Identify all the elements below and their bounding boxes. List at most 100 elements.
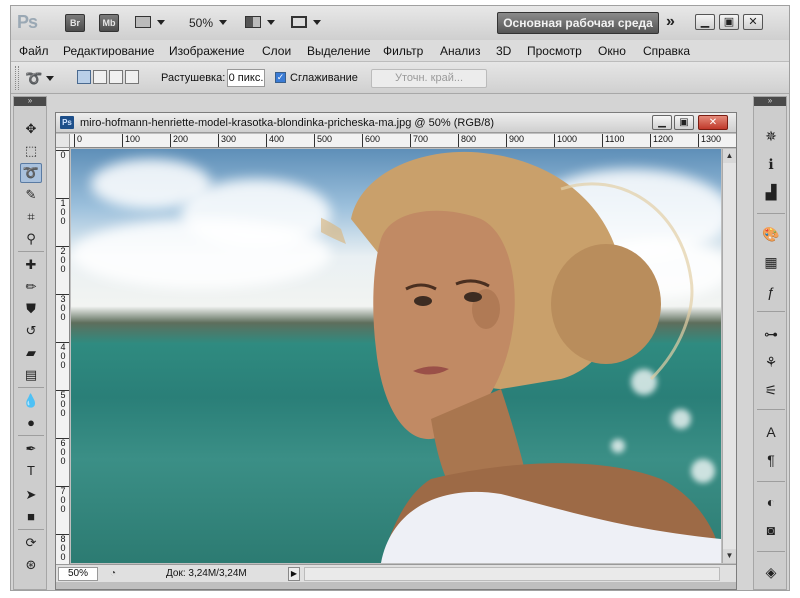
status-menu-arrow-icon[interactable]: ▶	[288, 567, 300, 581]
menu-help[interactable]: Справка	[643, 44, 690, 58]
ruler-tick-label: 1000	[554, 134, 577, 147]
crop-icon[interactable]: ⌗	[20, 207, 42, 227]
menu-3d[interactable]: 3D	[496, 44, 511, 58]
clone-stamp-icon[interactable]: ⛊	[20, 299, 42, 319]
application-bar: Ps Br Mb 50% Основная рабочая среда » ▁ …	[11, 6, 789, 40]
brush-icon[interactable]: ✏	[20, 277, 42, 297]
scroll-up-icon[interactable]: ▲	[723, 149, 736, 163]
histogram-icon[interactable]: ▟	[760, 181, 782, 203]
gradient-icon[interactable]: ▤	[20, 365, 42, 385]
ruler-tick-label: 400	[266, 134, 284, 147]
menu-analysis[interactable]: Анализ	[440, 44, 481, 58]
horizontal-scrollbar[interactable]	[304, 567, 720, 581]
restore-icon[interactable]: ▣	[719, 14, 739, 30]
vertical-scrollbar[interactable]: ▲ ▼	[722, 149, 736, 563]
menu-edit[interactable]: Редактирование	[63, 44, 154, 58]
image-canvas[interactable]	[71, 149, 721, 563]
options-bar-grip[interactable]	[15, 66, 19, 90]
path-select-icon[interactable]: ➤	[20, 485, 42, 505]
new-selection-mode[interactable]	[77, 70, 91, 84]
menu-file[interactable]: Файл	[19, 44, 49, 58]
ruler-tick-label: 1100	[602, 134, 624, 147]
document-tab[interactable]: Ps miro-hofmann-henriette-model-krasotka…	[56, 113, 736, 133]
styles-fx-icon[interactable]: ƒ	[760, 281, 782, 303]
tool-preset-picker[interactable]: ➰	[25, 69, 61, 87]
shape-icon[interactable]: ■	[20, 507, 42, 527]
dodge-icon[interactable]: ●	[20, 413, 42, 433]
document-window: Ps miro-hofmann-henriette-model-krasotka…	[55, 112, 737, 590]
history-brush-icon[interactable]: ↺	[20, 321, 42, 341]
antialias-checkbox[interactable]: ✓	[275, 72, 286, 83]
refine-edge-button[interactable]: Уточн. край...	[371, 69, 487, 88]
chevron-down-icon	[46, 76, 55, 81]
collapse-dock-icon[interactable]: »	[754, 97, 786, 106]
scroll-down-icon[interactable]: ▼	[723, 549, 736, 563]
document-close-icon[interactable]: ✕	[698, 115, 728, 130]
status-bar: 50% ◔ Док: 3,24M/3,24M ▶	[56, 564, 736, 582]
feather-input[interactable]: 0 пикс.	[227, 69, 265, 87]
more-workspaces-icon[interactable]: »	[666, 13, 675, 31]
ruler-tick-label: 200	[170, 134, 188, 147]
vertical-ruler[interactable]: 0 100 200 300 400 500 600 700 800	[56, 148, 70, 564]
clone-source-icon[interactable]: ⚟	[760, 379, 782, 401]
chevron-down-icon	[313, 20, 321, 25]
adjustments-icon[interactable]: ⊶	[760, 323, 782, 345]
arrange-documents-dropdown[interactable]	[245, 14, 275, 32]
type-icon[interactable]: T	[20, 461, 42, 481]
menu-layers[interactable]: Слои	[262, 44, 291, 58]
status-zoom-input[interactable]: 50%	[58, 567, 98, 581]
channels-icon[interactable]: ◙	[760, 519, 782, 541]
move-icon[interactable]: ✥	[20, 119, 42, 139]
character-icon[interactable]: A	[760, 421, 782, 443]
masks-icon[interactable]: ◐	[760, 491, 782, 513]
color-palette-icon[interactable]: 🎨	[760, 223, 782, 245]
swatches-icon[interactable]: ▦	[760, 251, 782, 273]
navigator-icon[interactable]: ✵	[760, 125, 782, 147]
workspace-switcher-button[interactable]: Основная рабочая среда	[497, 12, 659, 34]
pen-icon[interactable]: ✒	[20, 439, 42, 459]
close-icon[interactable]: ✕	[743, 14, 763, 30]
add-selection-mode[interactable]	[93, 70, 107, 84]
arrange-icon	[245, 16, 261, 28]
paragraph-icon[interactable]: ¶	[760, 449, 782, 471]
zoom-level-dropdown[interactable]: 50%	[189, 14, 228, 32]
ruler-tick-label: 1300	[698, 134, 721, 147]
status-info-icon[interactable]: ◔	[106, 567, 120, 581]
ruler-tick-label: 800	[56, 534, 69, 562]
intersect-selection-mode[interactable]	[125, 70, 139, 84]
collapse-panel-icon[interactable]: »	[14, 97, 46, 106]
3d-orbit-icon[interactable]: ⊛	[20, 555, 42, 575]
document-minimize-icon[interactable]: ▁	[652, 115, 672, 130]
healing-brush-icon[interactable]: ✚	[20, 255, 42, 275]
minimize-icon[interactable]: ▁	[695, 14, 715, 30]
panel-separator	[757, 213, 785, 214]
horizontal-ruler[interactable]: 0 100 200 300 400 500 600 700 800 900 1000 1100 1200…	[70, 134, 736, 148]
menu-select[interactable]: Выделение	[307, 44, 371, 58]
menu-window[interactable]: Окно	[598, 44, 626, 58]
blur-icon[interactable]: 💧	[20, 391, 42, 411]
eyedropper-icon[interactable]: ⚲	[20, 229, 42, 249]
menu-image[interactable]: Изображение	[169, 44, 245, 58]
marquee-icon[interactable]: ⬚	[20, 141, 42, 161]
document-size-readout: Док: 3,24M/3,24M	[166, 568, 247, 579]
3d-rotate-icon[interactable]: ⟳	[20, 533, 42, 553]
extras-dropdown[interactable]	[135, 14, 165, 32]
menu-filter[interactable]: Фильтр	[383, 44, 423, 58]
ruler-origin[interactable]	[56, 134, 70, 148]
mini-bridge-button[interactable]: Mb	[99, 14, 119, 32]
brushes-icon[interactable]: ⚘	[760, 351, 782, 373]
info-icon[interactable]: ℹ	[760, 153, 782, 175]
quick-select-icon[interactable]: ✎	[20, 185, 42, 205]
menu-view[interactable]: Просмотр	[527, 44, 582, 58]
lasso-icon[interactable]: ➰	[20, 163, 42, 183]
ruler-tick-label: 600	[56, 438, 69, 466]
toolbar-separator	[18, 251, 44, 252]
document-restore-icon[interactable]: ▣	[674, 115, 694, 130]
eraser-icon[interactable]: ▰	[20, 343, 42, 363]
antialias-label: Сглаживание	[290, 72, 358, 84]
lasso-icon: ➰	[25, 70, 43, 86]
layers-icon[interactable]: ◈	[760, 561, 782, 583]
subtract-selection-mode[interactable]	[109, 70, 123, 84]
bridge-button[interactable]: Br	[65, 14, 85, 32]
screen-mode-dropdown[interactable]	[291, 14, 321, 32]
